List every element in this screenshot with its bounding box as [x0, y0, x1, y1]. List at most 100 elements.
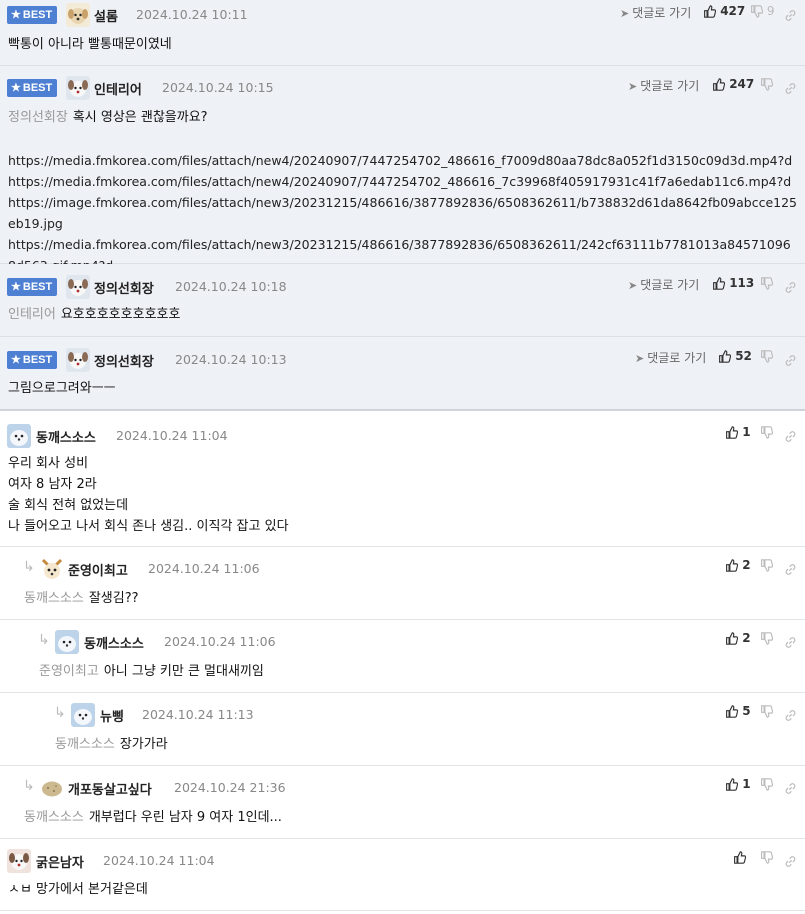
- link-icon[interactable]: [784, 705, 797, 724]
- upvote-count: 1: [742, 777, 751, 791]
- upvote-button[interactable]: [733, 850, 747, 864]
- puppy-avatar: [66, 3, 90, 27]
- comment-author[interactable]: 정의선회장: [94, 278, 154, 297]
- link-icon[interactable]: [784, 778, 797, 797]
- comment-date: 2024.10.24 21:36: [174, 780, 286, 795]
- thumbs-up-icon: [719, 350, 732, 363]
- downvote-button[interactable]: [760, 631, 774, 645]
- upvote-button[interactable]: 113: [712, 276, 754, 290]
- upvote-button[interactable]: 1: [725, 425, 751, 439]
- reply-comment: ↳ 준영이최고 2024.10.24 11:06 2 동깨스소스 잘생김??: [0, 547, 805, 620]
- go-to-reply-link[interactable]: ➤ 댓글로 가기: [628, 276, 699, 293]
- comment-author[interactable]: 개포동살고싶다: [68, 779, 152, 798]
- comment-text: 동깨스소스 개부럽다 우린 남자 9 여자 1인데...: [24, 807, 282, 828]
- potato-avatar: [40, 776, 64, 800]
- upvote-button[interactable]: 1: [725, 777, 751, 791]
- comment-text-content: 아니 그냥 키만 큰 멀대새끼임: [103, 664, 264, 679]
- best-badge: ★ BEST: [7, 6, 58, 24]
- send-icon: ➤: [635, 352, 645, 365]
- downvote-button[interactable]: [760, 704, 774, 718]
- link-icon[interactable]: [784, 851, 797, 870]
- dog-avatar: [66, 76, 90, 100]
- thumbs-up-icon: [726, 632, 739, 645]
- comment-date: 2024.10.24 11:13: [142, 707, 254, 722]
- go-to-reply-link[interactable]: ➤ 댓글로 가기: [620, 4, 691, 21]
- link-icon[interactable]: [784, 5, 797, 24]
- comment-text: 인테리어 요호호호호호호호호호: [8, 304, 180, 325]
- thumbs-down-icon: [751, 5, 764, 18]
- mention-author[interactable]: 동깨스소스: [24, 591, 84, 606]
- mention-author[interactable]: 준영이최고: [39, 664, 99, 679]
- link-icon[interactable]: [784, 559, 797, 578]
- thumbs-down-icon: [761, 559, 774, 572]
- thumbs-down-icon: [761, 78, 774, 91]
- thumbs-down-icon: [761, 778, 774, 791]
- downvote-button[interactable]: [760, 349, 774, 363]
- mention-author[interactable]: 인테리어: [8, 307, 56, 322]
- upvote-button[interactable]: 247: [712, 77, 754, 91]
- comment-author[interactable]: 정의선회장: [94, 351, 154, 370]
- mention-author[interactable]: 동깨스소스: [55, 737, 115, 752]
- comment-text: 빡통이 아니라 빨통때문이였네: [8, 37, 172, 52]
- comment-text-content: 장가가라: [119, 737, 168, 752]
- attachment-url[interactable]: https://image.fmkorea.com/files/attach/n…: [8, 192, 798, 234]
- best-badge: ★ BEST: [7, 79, 58, 97]
- thumbs-down-icon: [761, 350, 774, 363]
- comment-line: 나 들어오고 나서 회식 존나 생김.. 이직각 잡고 있다: [8, 519, 289, 534]
- upvote-count: 52: [735, 349, 752, 363]
- link-icon[interactable]: [784, 350, 797, 369]
- thumbs-down-icon: [761, 705, 774, 718]
- comment-author[interactable]: 설롬: [94, 6, 118, 25]
- upvote-button[interactable]: 427: [703, 4, 745, 18]
- send-icon: ➤: [620, 7, 630, 20]
- thumbs-down-icon: [761, 632, 774, 645]
- send-icon: ➤: [628, 279, 638, 292]
- comment-author[interactable]: 뉴삥: [100, 706, 124, 725]
- reply-comment: ↳ 뉴삥 2024.10.24 11:13 5 동깨스소스 장가가라: [0, 693, 805, 766]
- comment-author[interactable]: 인테리어: [94, 79, 142, 98]
- comment-author[interactable]: 준영이최고: [68, 560, 128, 579]
- upvote-button[interactable]: 52: [718, 349, 752, 363]
- star-icon: ★: [11, 281, 21, 293]
- attachment-url[interactable]: https://media.fmkorea.com/files/attach/n…: [8, 150, 798, 171]
- upvote-button[interactable]: 5: [725, 704, 751, 718]
- downvote-button[interactable]: [760, 425, 774, 439]
- upvote-count: 2: [742, 631, 751, 645]
- mention-author[interactable]: 정의선회장: [8, 110, 68, 125]
- thumbs-up-icon: [704, 5, 717, 18]
- mention-author[interactable]: 동깨스소스: [24, 810, 84, 825]
- dog-avatar: [7, 849, 31, 873]
- downvote-button[interactable]: [760, 77, 774, 91]
- go-to-reply-link[interactable]: ➤ 댓글로 가기: [628, 77, 699, 94]
- comment-date: 2024.10.24 10:11: [136, 7, 248, 22]
- link-icon[interactable]: [784, 277, 797, 296]
- go-to-reply-link[interactable]: ➤ 댓글로 가기: [635, 349, 706, 366]
- best-comment: ★ BEST 설롬 2024.10.24 10:11 ➤ 댓글로 가기 427 9 …: [0, 0, 805, 66]
- downvote-button[interactable]: 9: [750, 4, 774, 18]
- dog-avatar: [66, 348, 90, 372]
- comment-author[interactable]: 굵은남자: [36, 852, 84, 871]
- comment-text: 정의선회장 혹시 영상은 괜찮을까요?: [8, 107, 208, 128]
- link-icon[interactable]: [784, 632, 797, 651]
- downvote-button[interactable]: [760, 850, 774, 864]
- comment-author[interactable]: 동깨스소스: [36, 427, 96, 446]
- comment-text-content: 개부럽다 우린 남자 9 여자 1인데...: [88, 810, 282, 825]
- downvote-button[interactable]: [760, 558, 774, 572]
- thumbs-up-icon: [713, 277, 726, 290]
- link-icon[interactable]: [784, 78, 797, 97]
- comment-date: 2024.10.24 10:18: [175, 279, 287, 294]
- comment-author[interactable]: 동깨스소스: [84, 633, 144, 652]
- star-icon: ★: [11, 354, 21, 366]
- upvote-button[interactable]: 2: [725, 631, 751, 645]
- comment-date: 2024.10.24 11:06: [164, 634, 276, 649]
- comment-text: 동깨스소스 장가가라: [55, 734, 168, 755]
- comment-date: 2024.10.24 10:15: [162, 80, 274, 95]
- thumbs-up-icon: [726, 559, 739, 572]
- upvote-button[interactable]: 2: [725, 558, 751, 572]
- downvote-button[interactable]: [760, 276, 774, 290]
- link-icon[interactable]: [784, 426, 797, 445]
- attachment-url[interactable]: https://media.fmkorea.com/files/attach/n…: [8, 171, 798, 192]
- downvote-button[interactable]: [760, 777, 774, 791]
- upvote-count: 427: [720, 4, 746, 18]
- upvote-count: 113: [729, 276, 755, 290]
